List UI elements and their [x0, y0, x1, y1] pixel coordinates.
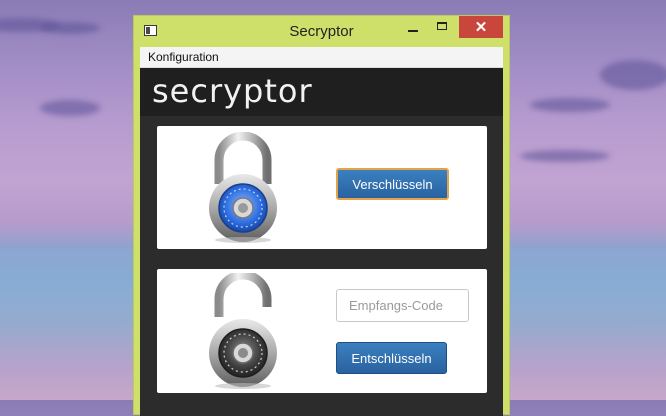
- close-button[interactable]: ✕: [459, 16, 503, 38]
- minimize-button[interactable]: [400, 16, 426, 38]
- padlock-closed-blue-icon: [209, 132, 277, 243]
- menu-item-konfiguration[interactable]: Konfiguration: [148, 50, 219, 64]
- padlock-open-dark-icon: [209, 273, 277, 389]
- decrypt-panel: Entschlüsseln: [157, 269, 487, 393]
- encrypt-button[interactable]: Verschlüsseln: [336, 168, 449, 200]
- desktop-cloud: [40, 100, 100, 116]
- maximize-button[interactable]: [430, 16, 456, 38]
- app-logo: secryptor: [152, 72, 313, 110]
- receive-code-input[interactable]: [336, 289, 469, 322]
- desktop-cloud: [530, 98, 610, 112]
- menu-bar: Konfiguration: [140, 47, 503, 68]
- app-content: secryptor Verschlüsseln Empfangs-Code En…: [140, 68, 503, 416]
- decrypt-button[interactable]: Entschlüsseln: [336, 342, 447, 374]
- desktop-cloud: [520, 150, 610, 162]
- close-icon: ✕: [474, 19, 488, 36]
- encrypt-panel: Verschlüsseln: [157, 126, 487, 249]
- desktop-cloud: [40, 22, 100, 34]
- desktop-cloud: [600, 60, 666, 90]
- logo-banner: secryptor: [140, 68, 503, 116]
- title-bar[interactable]: Secryptor ✕: [134, 16, 509, 47]
- app-window: Secryptor ✕ Konfiguration secryptor Vers…: [133, 15, 510, 416]
